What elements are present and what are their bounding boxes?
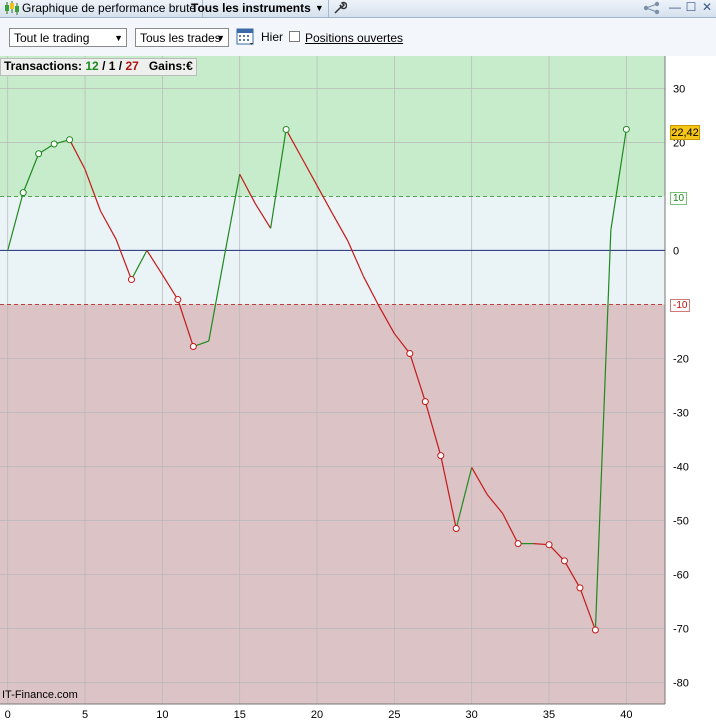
trade-point: [406, 350, 414, 358]
instruments-dropdown[interactable]: Tous les instruments ▼: [186, 0, 329, 17]
zone-lower: [0, 304, 665, 704]
toolbar: Tout le trading ▼ Tous les trades ▼ Hier…: [0, 18, 716, 56]
trade-point: [174, 296, 182, 304]
losses-count: 27: [125, 59, 139, 73]
trade-point: [19, 189, 27, 197]
close-button[interactable]: ✕: [700, 0, 714, 16]
x-tick-label: 35: [543, 709, 555, 721]
x-tick-label: 30: [466, 709, 478, 721]
y-tick-label: -80: [673, 677, 689, 689]
trade-point: [622, 125, 630, 133]
y-tick-label: -50: [673, 515, 689, 527]
title-bar: Graphique de performance brute Tous les …: [0, 0, 716, 18]
trade-point: [66, 136, 74, 144]
y-tick-label: -70: [673, 623, 689, 635]
tab-performance-chart[interactable]: Graphique de performance brute: [2, 0, 204, 17]
trade-point: [127, 276, 135, 284]
trade-point: [452, 525, 460, 532]
x-tick-label: 0: [5, 709, 11, 721]
x-tick-label: 15: [234, 709, 246, 721]
trade-point: [50, 140, 58, 148]
currency-symbol: €: [186, 59, 193, 73]
wins-count: 12: [85, 59, 99, 73]
trade-point: [591, 626, 599, 634]
tab-performance-label: Graphique de performance brute: [22, 1, 197, 15]
gains-label: Gains:: [148, 59, 187, 73]
x-tick-label: 40: [620, 709, 632, 721]
trade-point: [514, 540, 522, 548]
y-tick-label: 30: [673, 83, 685, 95]
transactions-summary: Transactions: 12 / 1 / 27 Gains:€: [0, 58, 197, 76]
zone-upper: [0, 56, 665, 197]
separator: /: [115, 59, 126, 73]
transactions-label: Transactions:: [4, 59, 83, 73]
upper-threshold-badge: 10: [670, 192, 688, 205]
chevron-down-icon: ▼: [216, 33, 225, 43]
trade-point: [545, 541, 553, 549]
hier-label[interactable]: Hier: [261, 30, 283, 44]
positions-label[interactable]: Positions ouvertes: [305, 31, 403, 45]
positions-checkbox[interactable]: [289, 31, 300, 42]
trades-select-value: Tous les trades: [140, 31, 221, 45]
separator: /: [98, 59, 109, 73]
trade-point: [421, 398, 429, 406]
trade-point: [576, 584, 584, 592]
trade-point: [560, 557, 568, 565]
trade-point: [35, 150, 43, 158]
x-tick-label: 20: [311, 709, 323, 721]
trades-select[interactable]: Tous les trades ▼: [135, 28, 229, 47]
trade-point: [189, 343, 197, 351]
candlestick-icon: [5, 1, 19, 15]
chevron-down-icon: ▼: [114, 33, 123, 43]
trade-point: [437, 452, 445, 460]
y-tick-label: -40: [673, 461, 689, 473]
x-tick-label: 25: [388, 709, 400, 721]
y-tick-label: -30: [673, 407, 689, 419]
watermark: IT-Finance.com: [2, 689, 78, 701]
calendar-icon[interactable]: [236, 27, 256, 47]
trading-select[interactable]: Tout le trading ▼: [9, 28, 127, 47]
trade-point: [282, 125, 290, 133]
y-tick-label: -60: [673, 569, 689, 581]
minimize-button[interactable]: —: [668, 0, 682, 16]
last-value-badge: 22,42: [670, 125, 700, 140]
share-icon[interactable]: [643, 1, 661, 15]
chevron-down-icon: ▼: [314, 3, 324, 13]
wrench-icon[interactable]: [333, 1, 347, 15]
x-tick-label: 10: [156, 709, 168, 721]
trading-select-value: Tout le trading: [14, 31, 90, 45]
performance-chart: 0 5 10 15 20 25 30 35 4030200-20-30-40-50-60-70-…: [0, 56, 689, 721]
y-tick-label: -20: [673, 353, 689, 365]
maximize-button[interactable]: ☐: [684, 0, 698, 16]
y-tick-label: 0: [673, 245, 679, 257]
instruments-dropdown-label: Tous les instruments: [191, 1, 311, 15]
x-tick-label: 5: [82, 709, 88, 721]
lower-threshold-badge: -10: [670, 299, 691, 312]
